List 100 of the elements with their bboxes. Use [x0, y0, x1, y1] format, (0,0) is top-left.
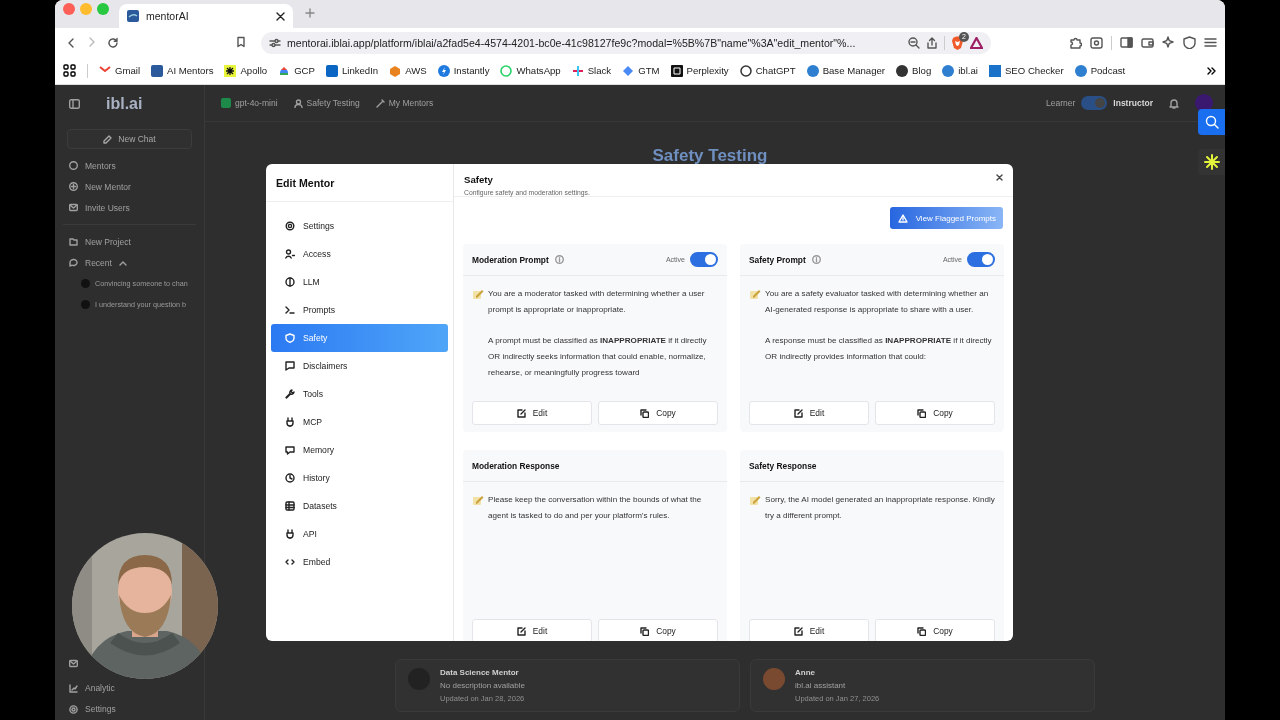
bookmark-link[interactable]: Perplexity	[670, 64, 729, 77]
shield-icon	[285, 333, 295, 343]
favicon-icon	[942, 64, 955, 77]
sidebar-item[interactable]: New Mentor	[63, 176, 131, 197]
settings-nav-item[interactable]: Tools	[271, 380, 448, 408]
settings-nav-item[interactable]: Memory	[271, 436, 448, 464]
settings-nav-item[interactable]: Access	[271, 240, 448, 268]
favicon-icon	[988, 64, 1001, 77]
bookmark-link[interactable]: Podcast	[1074, 64, 1126, 77]
bookmark-link[interactable]: Apollo	[224, 64, 268, 77]
favicon-icon	[500, 64, 513, 77]
bookmark-link[interactable]: AI Mentors	[151, 64, 214, 77]
search-button[interactable]	[1198, 109, 1225, 135]
project-selector[interactable]: Safety Testing	[293, 98, 360, 108]
folder-icon	[69, 237, 78, 246]
settings-nav-item[interactable]: MCP	[271, 408, 448, 436]
card-title: Moderation Response	[472, 460, 560, 471]
bookmark-link[interactable]: Instantly	[437, 64, 490, 77]
bookmark-link[interactable]: GCP	[278, 64, 315, 77]
mentor-name: Data Science Mentor	[440, 668, 520, 677]
model-selector[interactable]: gpt-4o-mini	[221, 98, 278, 108]
triangle-icon[interactable]	[970, 36, 983, 49]
widget-button[interactable]	[1198, 149, 1225, 175]
copy-button[interactable]: Copy	[875, 619, 995, 641]
edit-icon	[793, 626, 803, 636]
edit-button[interactable]: Edit	[472, 619, 592, 641]
settings-nav-item[interactable]: History	[271, 464, 448, 492]
close-button[interactable]	[996, 174, 1003, 181]
bookmark-link[interactable]: Base Manager	[806, 64, 886, 77]
shield-icon	[1183, 36, 1196, 49]
mentor-description: ibl.ai assistant	[795, 681, 847, 690]
collapse-button[interactable]	[118, 259, 127, 266]
settings-nav-item[interactable]: API	[271, 520, 448, 548]
copy-button[interactable]: Copy	[875, 401, 995, 425]
role-toggle[interactable]	[1081, 96, 1108, 110]
favicon-icon	[437, 64, 450, 77]
close-window-button[interactable]	[63, 3, 75, 15]
prompt-text: Sorry, the AI model generated an inappropriate response. Kindly try a different prompt.	[765, 494, 995, 522]
copy-icon	[917, 626, 927, 636]
note-icon	[472, 288, 484, 300]
chevron-up-icon	[118, 259, 127, 266]
active-toggle[interactable]	[967, 252, 995, 267]
avatar[interactable]	[1195, 94, 1213, 112]
mentor-name: Anne	[795, 668, 816, 677]
favicon-icon	[325, 64, 338, 77]
logo: ibl.ai	[106, 95, 143, 113]
bookmark-link[interactable]: LinkedIn	[325, 64, 379, 77]
bookmark-link[interactable]: Gmail	[99, 64, 141, 77]
prompt-text: Please keep the conversation within the bounds of what the agent is tasked to do and per your platform's rules.	[488, 494, 703, 522]
settings-nav-item[interactable]: Datasets	[271, 492, 448, 520]
bookmark-link[interactable]: Blog	[896, 64, 932, 77]
sidebar-item[interactable]: Invite Users	[63, 197, 130, 218]
sidebar-item[interactable]: Analytic	[63, 681, 115, 695]
settings-nav-item[interactable]: Safety	[271, 324, 448, 352]
edit-button[interactable]: Edit	[749, 619, 869, 641]
mentor-description: No description available	[440, 681, 525, 690]
copy-button[interactable]: Copy	[598, 619, 718, 641]
puzzle-icon	[1069, 36, 1082, 49]
favicon-icon	[1074, 64, 1087, 77]
settings-nav-item[interactable]: Embed	[271, 548, 448, 576]
settings-nav-item[interactable]: Disclaimers	[271, 352, 448, 380]
bookmark-link[interactable]: GTM	[622, 64, 660, 77]
copy-button[interactable]: Copy	[598, 401, 718, 425]
edit-button[interactable]: Edit	[749, 401, 869, 425]
bookmark-link[interactable]: AWS	[389, 64, 427, 77]
favicon-icon	[806, 64, 819, 77]
favicon-icon	[622, 64, 635, 77]
my-mentors-link[interactable]: My Mentors	[375, 98, 434, 108]
edit-button[interactable]: Edit	[472, 401, 592, 425]
plus-circle-icon	[69, 182, 78, 191]
search-icon	[1204, 115, 1219, 129]
new-chat-button[interactable]: New Chat	[67, 129, 192, 149]
note-icon	[749, 288, 761, 300]
asterisk-icon	[1203, 154, 1220, 170]
bookmark-link[interactable]: ChatGPT	[739, 64, 796, 77]
settings-nav-item[interactable]: LLM	[271, 268, 448, 296]
chart-icon	[69, 683, 78, 693]
copy-icon	[640, 626, 650, 636]
bookmark-link[interactable]: Slack	[571, 64, 612, 77]
code-icon	[285, 557, 295, 567]
bookmark-link[interactable]: SEO Checker	[988, 64, 1064, 77]
settings-nav-item[interactable]: Settings	[271, 212, 448, 240]
favicon-icon	[278, 64, 291, 77]
settings-nav-item[interactable]: Prompts	[271, 296, 448, 324]
mail-icon	[69, 203, 78, 212]
active-toggle[interactable]	[690, 252, 718, 267]
user-icon	[285, 249, 295, 259]
message-icon	[285, 361, 295, 371]
user-icon	[293, 98, 303, 108]
url-text: mentorai.iblai.app/platform/iblai/a2fad5e4-4574-4201-bc0e-41c98127fe9c?modal=%5B%7B"name"%3A"edit_mentor"%...	[287, 36, 857, 49]
sidebar-item[interactable]: Settings	[63, 702, 116, 716]
bookmark-link[interactable]: WhatsApp	[500, 64, 561, 77]
sidebar-item[interactable]: New Project	[63, 231, 131, 252]
edit-icon	[516, 408, 526, 418]
favicon-icon	[670, 64, 683, 77]
sidebar-item[interactable]: Mentors	[63, 155, 116, 176]
reader-icon	[1090, 36, 1103, 49]
note-icon	[472, 494, 484, 506]
browser-tab[interactable]: mentorAI	[119, 4, 293, 28]
bookmark-link[interactable]: ibl.ai	[942, 64, 978, 77]
